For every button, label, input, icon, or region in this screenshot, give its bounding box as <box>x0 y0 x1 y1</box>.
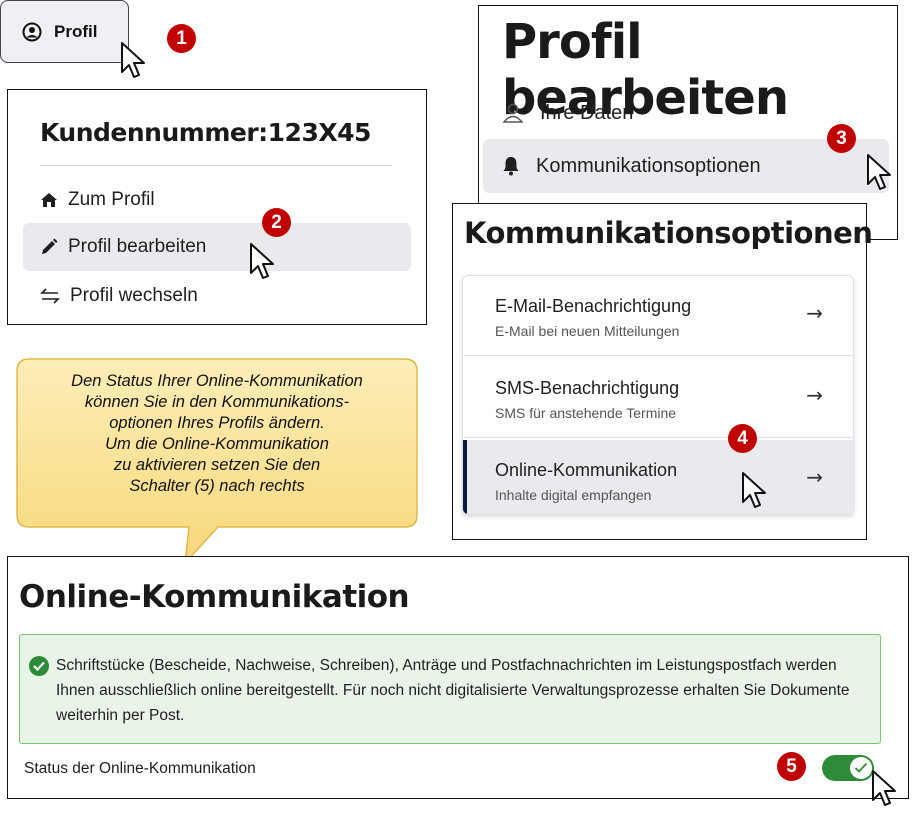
option-title: E-Mail-Benachrichtigung <box>495 296 692 316</box>
step-badge-2: 2 <box>262 208 291 237</box>
swap-arrows-icon <box>40 288 60 304</box>
mouse-cursor-icon <box>121 42 145 78</box>
menu-item-label: Ihre Daten <box>540 101 634 124</box>
menu-item-label: Zum Profil <box>68 189 155 210</box>
option-title: SMS-Benachrichtigung <box>495 378 680 398</box>
menu-item-label: Profil bearbeiten <box>68 236 207 257</box>
customer-menu-panel: Kundennummer:123X45 Zum Profil Profil be… <box>7 89 427 325</box>
mouse-cursor-icon <box>872 770 896 806</box>
profile-button[interactable]: Profil <box>0 0 129 63</box>
notice-text: Schriftstücke (Bescheide, Nachweise, Sch… <box>56 657 850 724</box>
check-circle-icon <box>29 656 49 676</box>
status-label: Status der Online-Kommunikation <box>24 760 256 777</box>
online-communication-title: Online-Kommunikation <box>19 579 410 615</box>
profile-button-label: Profil <box>54 21 98 41</box>
arrow-right-icon: → <box>806 301 823 325</box>
menu-item-label: Kommunikationsoptionen <box>536 154 761 177</box>
user-outline-icon <box>502 103 524 123</box>
option-subtitle: E-Mail bei neuen Mitteilungen <box>495 323 680 339</box>
mouse-cursor-icon <box>867 154 891 190</box>
option-subtitle: Inhalte digital empfangen <box>495 487 652 503</box>
option-email[interactable]: E-Mail-Benachrichtigung E-Mail bei neuen… <box>463 276 853 356</box>
option-subtitle: SMS für anstehende Termine <box>495 405 677 421</box>
arrow-right-icon: → <box>806 465 823 489</box>
toggle-knob <box>850 757 872 779</box>
communication-options-title: Kommunikationsoptionen <box>464 216 873 250</box>
menu-item-profil-bearbeiten[interactable]: Profil bearbeiten <box>23 223 411 271</box>
menu-item-profil-wechseln[interactable]: Profil wechseln <box>23 272 411 320</box>
bell-icon <box>503 157 519 176</box>
menu-item-zum-profil[interactable]: Zum Profil <box>23 176 411 224</box>
communication-options-panel: Kommunikationsoptionen E-Mail-Benachrich… <box>452 203 873 540</box>
option-title: Online-Kommunikation <box>495 460 678 480</box>
menu-item-kommunikationsoptionen[interactable]: Kommunikationsoptionen <box>483 139 889 193</box>
step-badge-4: 4 <box>728 424 757 453</box>
home-icon <box>41 193 57 207</box>
step-badge-3: 3 <box>827 124 856 153</box>
arrow-right-icon: → <box>806 383 823 407</box>
menu-divider <box>40 165 392 166</box>
options-card: E-Mail-Benachrichtigung E-Mail bei neuen… <box>462 275 854 515</box>
step-badge-5: 5 <box>777 752 806 781</box>
step-badge-1: 1 <box>167 24 196 53</box>
online-communication-toggle[interactable] <box>822 755 874 781</box>
option-online-communication[interactable]: Online-Kommunikation Inhalte digital emp… <box>463 440 853 514</box>
callout-bubble: Den Status Ihrer Online-Kommunikation kö… <box>13 355 421 566</box>
option-sms[interactable]: SMS-Benachrichtigung SMS für anstehende … <box>463 358 853 438</box>
customer-number-title: Kundennummer:123X45 <box>40 118 371 147</box>
mouse-cursor-icon <box>250 243 274 279</box>
check-icon <box>854 762 868 773</box>
mouse-cursor-icon <box>742 472 766 508</box>
pencil-icon <box>42 238 58 254</box>
callout-text: Den Status Ihrer Online-Kommunikation kö… <box>71 372 363 495</box>
user-circle-icon <box>22 22 42 41</box>
menu-item-label: Profil wechseln <box>70 285 198 306</box>
online-communication-panel: Online-Kommunikation Schriftstücke (Besc… <box>7 556 909 799</box>
success-notice: Schriftstücke (Bescheide, Nachweise, Sch… <box>19 634 881 744</box>
